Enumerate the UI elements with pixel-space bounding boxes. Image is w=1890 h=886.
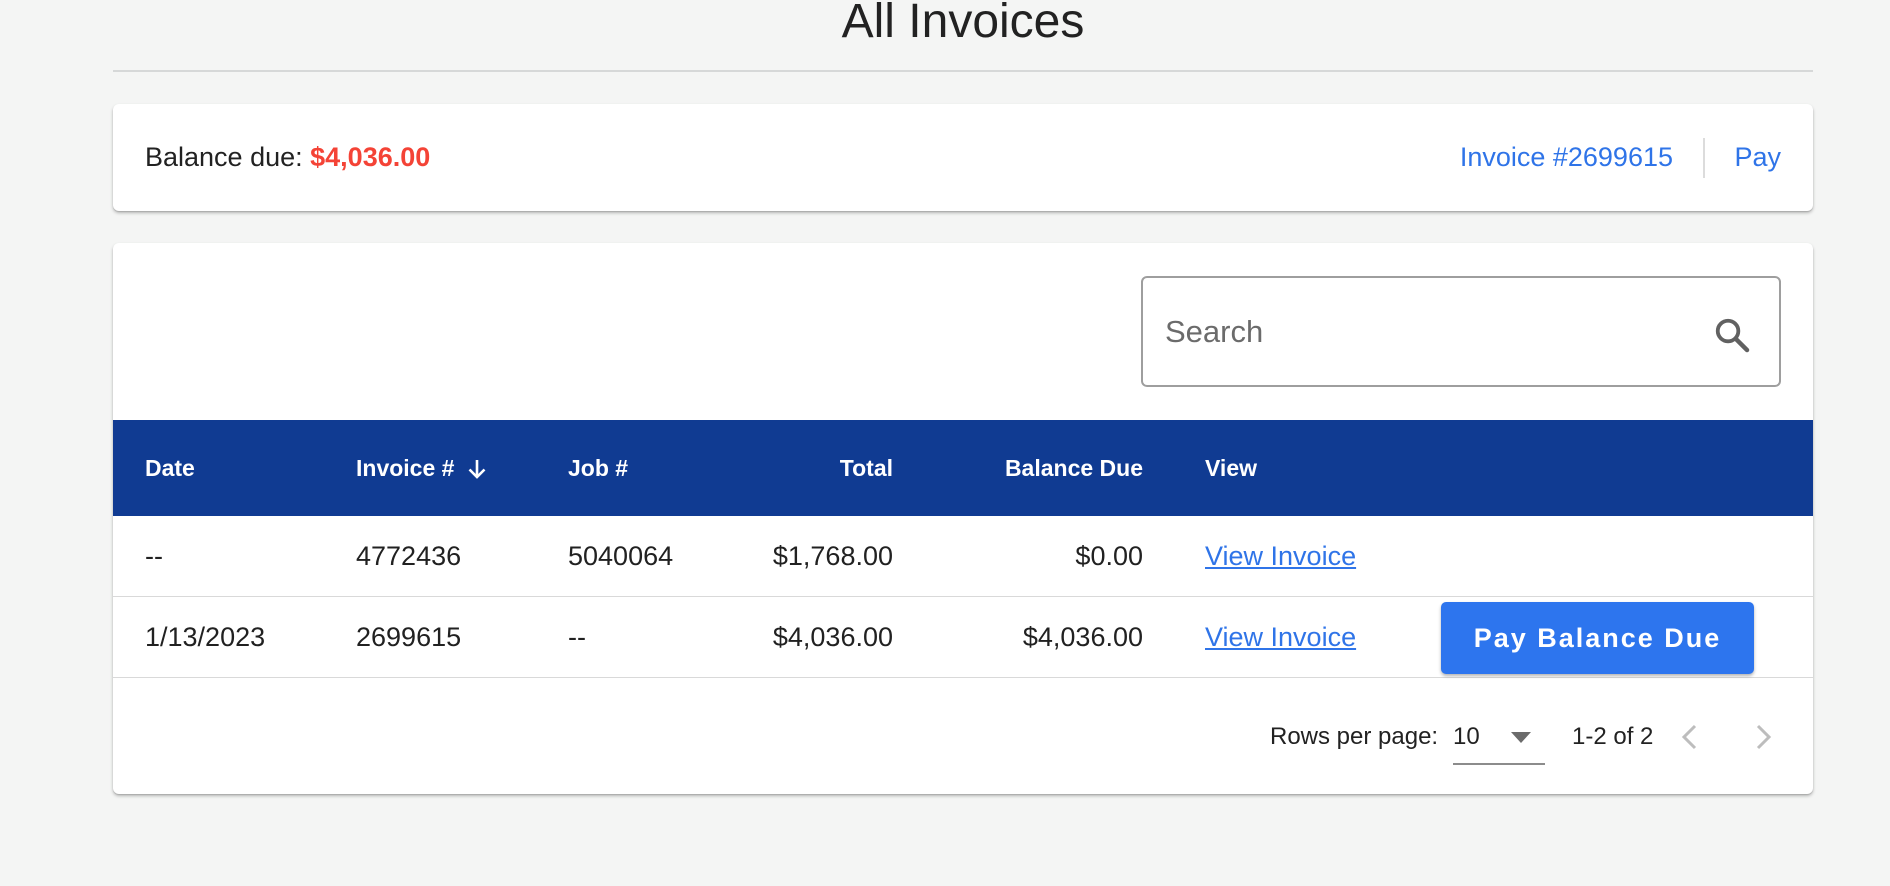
cell-job: 5040064 bbox=[568, 541, 674, 571]
column-header-date[interactable]: Date bbox=[145, 455, 195, 482]
cell-total: $1,768.00 bbox=[772, 541, 893, 571]
column-header-view: View bbox=[1205, 455, 1257, 481]
cell-total: $4,036.00 bbox=[772, 622, 893, 652]
invoices-table-card: Date Invoice # Job # Total Balance Due V… bbox=[113, 243, 1813, 794]
balance-summary: Balance due: $4,036.00 bbox=[145, 142, 430, 173]
cell-balance-due: $0.00 bbox=[1075, 541, 1143, 571]
view-invoice-link[interactable]: View Invoice bbox=[1205, 541, 1356, 572]
view-invoice-link[interactable]: View Invoice bbox=[1205, 622, 1356, 653]
column-header-job[interactable]: Job # bbox=[568, 455, 628, 482]
cell-job: -- bbox=[568, 622, 586, 652]
chevron-right-icon[interactable] bbox=[1749, 721, 1777, 753]
pay-link[interactable]: Pay bbox=[1734, 142, 1781, 173]
chevron-left-icon[interactable] bbox=[1676, 721, 1704, 753]
balance-label: Balance due: bbox=[145, 142, 303, 172]
cell-date: 1/13/2023 bbox=[145, 622, 266, 652]
page-title: All Invoices bbox=[841, 0, 1085, 48]
page-range: 1-2 of 2 bbox=[1572, 723, 1654, 750]
search-box[interactable] bbox=[1141, 276, 1781, 387]
search-input[interactable] bbox=[1165, 308, 1685, 356]
balance-card: Balance due: $4,036.00 Invoice #2699615 … bbox=[113, 104, 1813, 211]
caret-down-icon[interactable] bbox=[1509, 729, 1533, 745]
pay-balance-due-button[interactable]: Pay Balance Due bbox=[1441, 602, 1754, 674]
invoice-link[interactable]: Invoice #2699615 bbox=[1460, 142, 1673, 173]
balance-amount: $4,036.00 bbox=[310, 142, 431, 172]
column-header-invoice-label: Invoice # bbox=[356, 455, 455, 481]
title-divider bbox=[113, 70, 1813, 72]
table-row: 1/13/2023 2699615 -- $4,036.00 $4,036.00… bbox=[113, 597, 1813, 678]
search-icon[interactable] bbox=[1713, 316, 1751, 354]
cell-invoice: 2699615 bbox=[356, 622, 462, 652]
column-header-balance-due[interactable]: Balance Due bbox=[1005, 455, 1143, 482]
rows-per-page-value: 10 bbox=[1453, 723, 1480, 750]
cell-invoice: 4772436 bbox=[356, 541, 462, 571]
rows-per-page-label: Rows per page: bbox=[1270, 723, 1439, 750]
column-header-total[interactable]: Total bbox=[840, 455, 893, 482]
column-header-invoice[interactable]: Invoice # bbox=[356, 455, 489, 482]
rows-per-page-select[interactable]: 10 bbox=[1453, 713, 1545, 765]
pagination: Rows per page: 10 1-2 of 2 bbox=[113, 713, 1813, 773]
link-divider bbox=[1703, 138, 1705, 178]
sort-descending-icon[interactable] bbox=[465, 457, 489, 481]
table-header: Date Invoice # Job # Total Balance Due V… bbox=[113, 420, 1813, 516]
cell-date: -- bbox=[145, 541, 163, 571]
cell-balance-due: $4,036.00 bbox=[1022, 622, 1143, 652]
table-row: -- 4772436 5040064 $1,768.00 $0.00 View … bbox=[113, 516, 1813, 597]
